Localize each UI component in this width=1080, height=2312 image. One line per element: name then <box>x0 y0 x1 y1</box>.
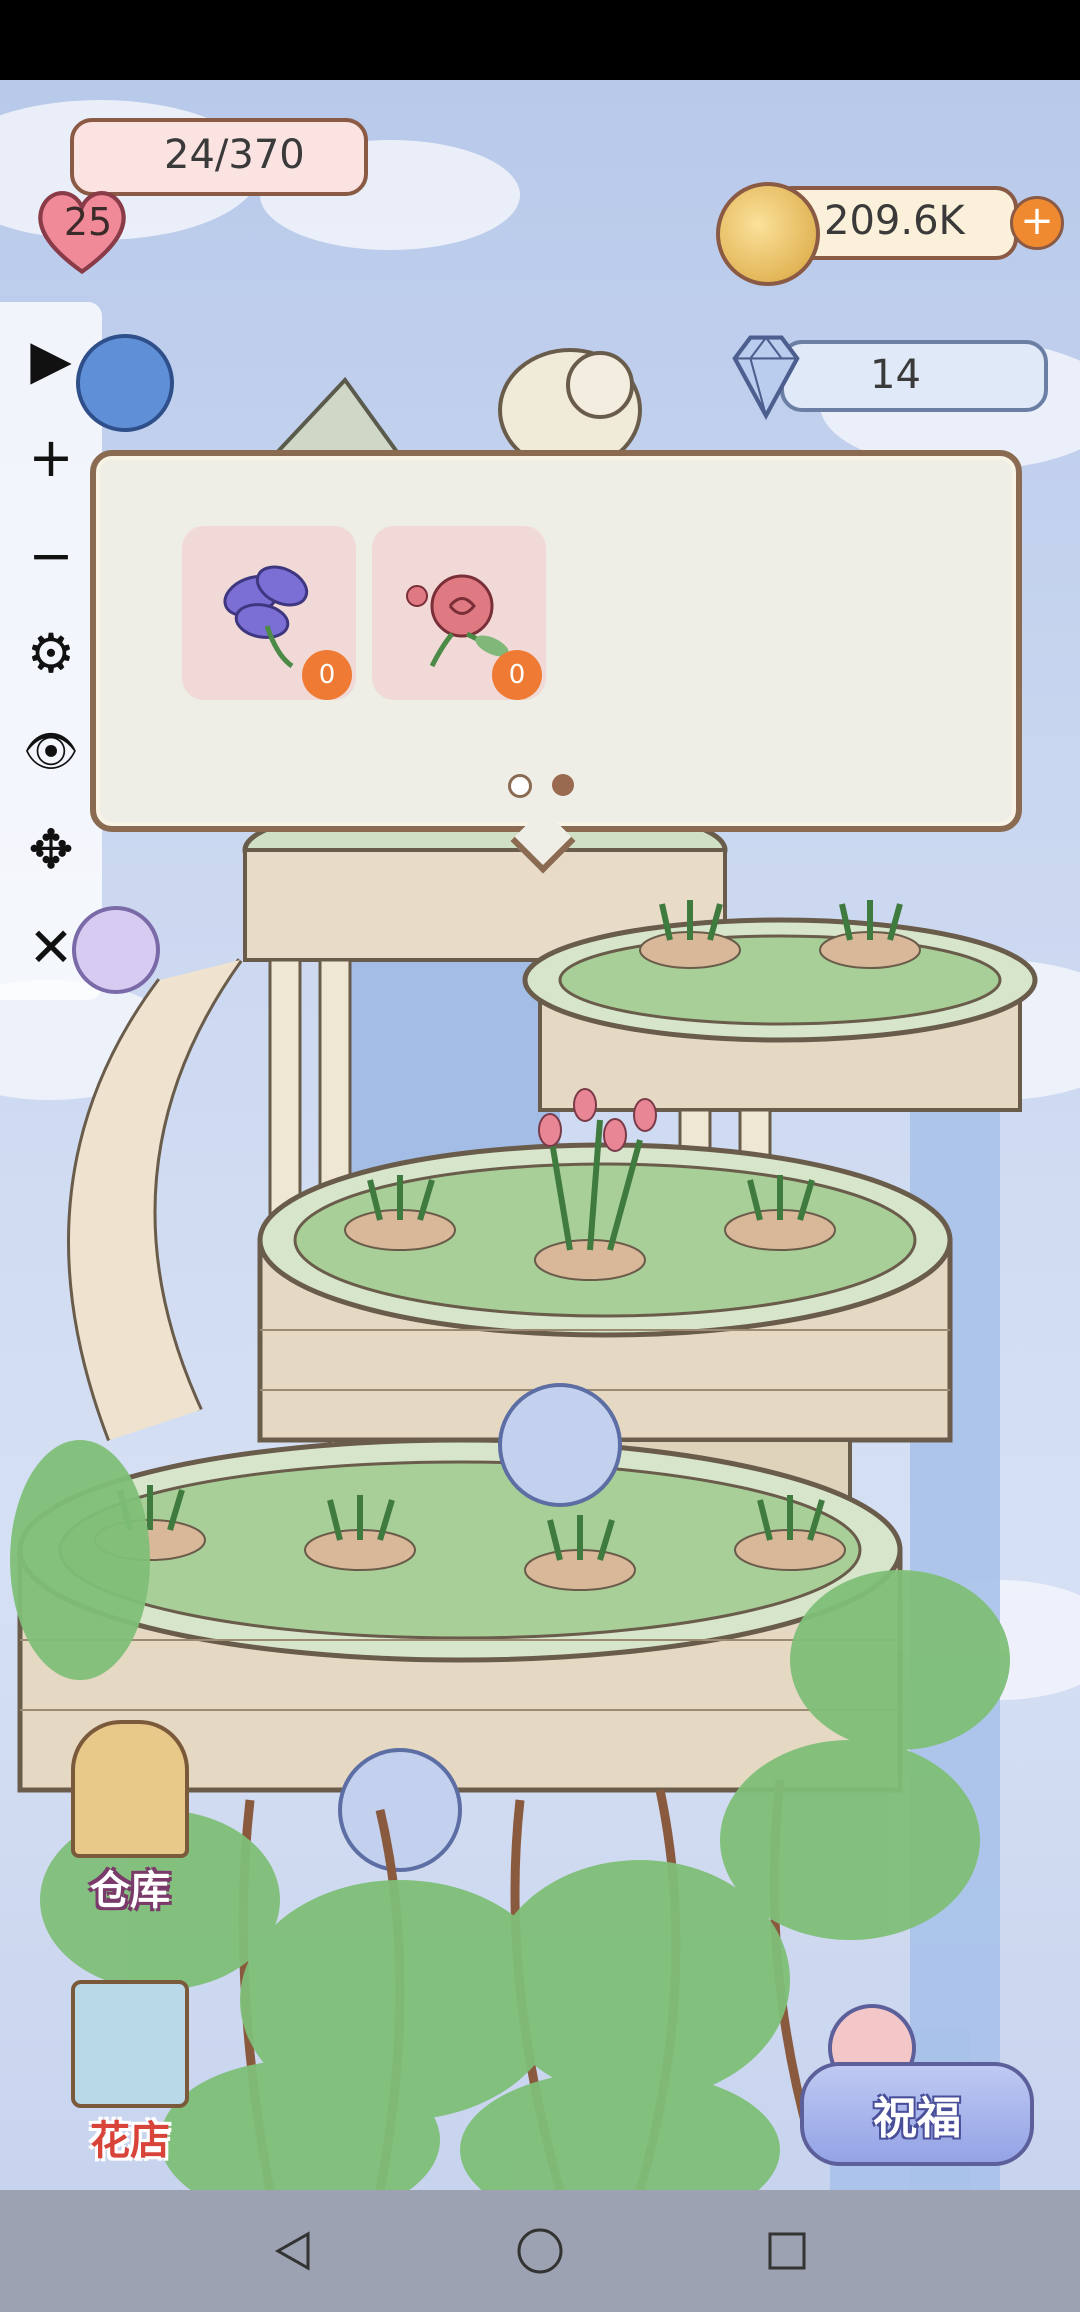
gem-count: 14 <box>870 352 921 398</box>
seed-inventory-panel: 0 0 <box>90 450 1022 832</box>
move-icon[interactable]: ✥ <box>14 812 88 886</box>
blessing-label: 祝福 <box>873 2093 961 2144</box>
back-icon[interactable] <box>263 2221 323 2281</box>
recents-icon[interactable] <box>757 2221 817 2281</box>
zoom-out-icon[interactable]: − <box>14 518 88 592</box>
item-slot-iris[interactable]: 0 <box>182 526 356 700</box>
player-level: 25 <box>63 200 113 244</box>
item-count-badge: 0 <box>302 650 352 700</box>
navigation-bar <box>0 2190 1080 2312</box>
flower-shop-label: 花店 <box>90 2118 170 2164</box>
warehouse-button[interactable]: 仓库 <box>50 1720 210 1916</box>
settings-gear-icon[interactable] <box>76 334 174 432</box>
item-slot-rose[interactable]: 0 <box>372 526 546 700</box>
add-coins-button[interactable]: + <box>1010 196 1064 250</box>
blessing-button[interactable]: 祝福 <box>800 2062 1034 2166</box>
coin-icon <box>716 182 820 286</box>
home-icon[interactable] <box>510 2221 570 2281</box>
page-dot-2-active[interactable] <box>552 774 574 796</box>
diamond-icon <box>732 335 800 420</box>
warehouse-icon <box>71 1720 189 1858</box>
refresh-icon[interactable] <box>72 906 160 994</box>
flower-shop-icon <box>71 1980 189 2108</box>
page-dot-1[interactable] <box>508 774 532 798</box>
coin-count: 209.6K <box>824 198 965 244</box>
lives-count: 24/370 <box>164 132 305 178</box>
gear-icon[interactable]: ⚙ <box>14 616 88 690</box>
gem-bar[interactable]: 14 <box>780 340 1048 412</box>
warehouse-label: 仓库 <box>90 1868 170 1914</box>
eye-icon[interactable]: 👁 <box>14 714 88 788</box>
zoom-in-icon[interactable]: + <box>14 420 88 494</box>
item-count-badge: 0 <box>492 650 542 700</box>
flower-shop-button[interactable]: 花店 <box>50 1980 210 2166</box>
status-bar <box>0 0 1080 80</box>
